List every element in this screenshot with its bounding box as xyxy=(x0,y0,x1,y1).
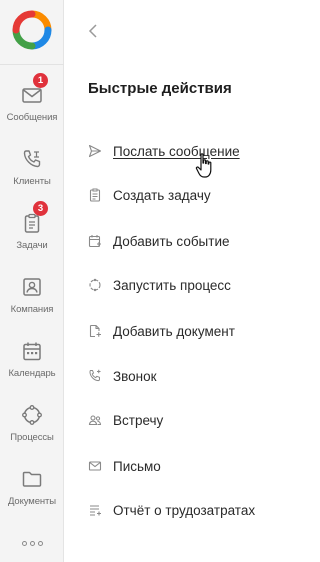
more-dots-icon[interactable] xyxy=(0,535,64,551)
sidebar-item-label: Календарь xyxy=(8,368,56,379)
tasks-badge: 3 xyxy=(33,201,48,216)
app-logo[interactable] xyxy=(12,10,52,50)
sidebar-item-processes[interactable]: Процессы xyxy=(0,400,64,460)
report-icon xyxy=(90,505,101,516)
action-create-task[interactable]: Создать задачу xyxy=(88,184,211,206)
sidebar-item-calendar[interactable]: Календарь xyxy=(0,336,64,396)
letter-icon xyxy=(88,461,102,471)
sidebar-item-label: Компания xyxy=(10,304,54,315)
messages-badge: 1 xyxy=(33,73,48,88)
sidebar: 1 Сообщения Клиенты 3 Задачи Компания Ка… xyxy=(0,0,64,562)
action-start-process[interactable]: Запустить процесс xyxy=(88,274,231,296)
action-label: Послать сообщение xyxy=(113,143,240,159)
action-time-report[interactable]: Отчёт о трудозатратах xyxy=(88,499,255,521)
action-label: Отчёт о трудозатратах xyxy=(113,502,256,518)
sidebar-item-label: Документы xyxy=(7,496,57,507)
sidebar-item-messages[interactable]: 1 Сообщения xyxy=(0,73,64,140)
action-letter[interactable]: Письмо xyxy=(88,455,161,477)
quick-actions-panel: Быстрые действия Послать сообщение Созда… xyxy=(64,0,277,562)
sidebar-item-documents[interactable]: Документы xyxy=(0,464,64,524)
action-call[interactable]: Звонок xyxy=(88,365,157,387)
action-label: Запустить процесс xyxy=(113,277,231,293)
sidebar-item-clients[interactable]: Клиенты xyxy=(0,144,64,204)
sidebar-item-label: Сообщения xyxy=(6,112,58,123)
panel-title: Быстрые действия xyxy=(88,80,232,97)
sidebar-item-label: Процессы xyxy=(10,432,54,443)
document-add-icon xyxy=(89,324,101,338)
sidebar-item-tasks[interactable]: 3 Задачи xyxy=(0,201,64,268)
process-icon xyxy=(89,278,101,292)
back-chevron-icon[interactable] xyxy=(86,22,102,40)
action-label: Письмо xyxy=(113,458,161,474)
meeting-icon xyxy=(88,415,102,426)
process-cycle-icon xyxy=(22,405,42,425)
logo-divider xyxy=(0,64,64,65)
action-label: Создать задачу xyxy=(113,187,211,203)
action-label: Звонок xyxy=(113,368,157,384)
action-add-document[interactable]: Добавить документ xyxy=(88,320,235,342)
action-label: Добавить событие xyxy=(113,233,230,249)
folder-icon xyxy=(22,471,42,487)
sidebar-item-label: Клиенты xyxy=(13,176,51,187)
action-meeting[interactable]: Встречу xyxy=(88,409,163,431)
call-icon xyxy=(89,369,101,382)
action-send-message[interactable]: Послать сообщение xyxy=(88,140,240,162)
calendar-add-icon xyxy=(88,235,101,248)
hand-cursor-icon xyxy=(195,153,212,178)
company-icon xyxy=(23,278,41,296)
action-label: Добавить документ xyxy=(113,323,235,339)
task-icon xyxy=(89,188,101,202)
action-add-event[interactable]: Добавить событие xyxy=(88,230,230,252)
sidebar-item-company[interactable]: Компания xyxy=(0,272,64,332)
send-icon xyxy=(88,144,102,158)
calendar-icon xyxy=(23,342,41,361)
sidebar-item-label: Задачи xyxy=(16,240,48,251)
action-label: Встречу xyxy=(113,412,164,428)
phone-icon xyxy=(23,150,41,168)
